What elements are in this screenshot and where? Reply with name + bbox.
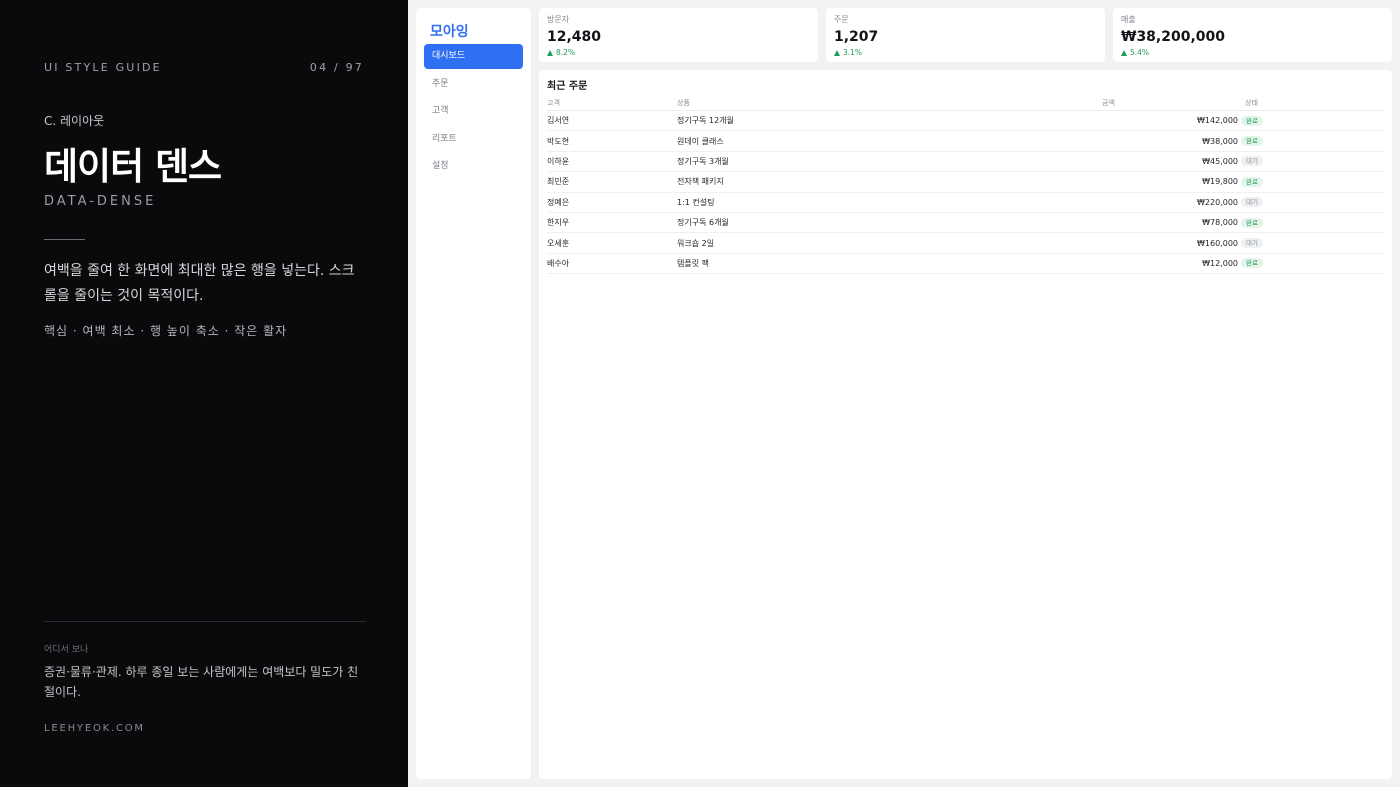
- divider: [44, 239, 85, 240]
- stat-label: 매출: [1121, 15, 1136, 24]
- cell-amount: ₩38,000: [1202, 136, 1238, 146]
- column-header[interactable]: 고객: [547, 98, 677, 108]
- up-arrow-icon: [1121, 49, 1127, 56]
- stat-card-visitors: 방문자 12,480 8.2%: [539, 8, 818, 62]
- status-badge: 완료: [1241, 115, 1263, 126]
- stat-value: 12,480: [547, 29, 602, 45]
- table-row[interactable]: 박도현 원데이 클래스 ₩38,000 완료: [547, 131, 1384, 152]
- cell-customer: 배수아: [547, 258, 570, 268]
- keywords: 핵심 · 여백 최소 · 행 높이 축소 · 작은 활자: [44, 324, 288, 338]
- stat-card-orders: 주문 1,207 3.1%: [826, 8, 1105, 62]
- site-url[interactable]: LEEHYEOK.COM: [44, 723, 145, 734]
- style-guide-panel: UI STYLE GUIDE 04 / 97 C. 레이아웃 데이터 덴스 DA…: [0, 0, 408, 787]
- cell-product: 정기구독 3개월: [677, 156, 729, 166]
- status-badge: 대기: [1241, 197, 1263, 208]
- orders-table: 고객 상품 금액 상태 김서연 정기구독 12개월 ₩142,000 완료 박도현 원데이…: [547, 95, 1384, 275]
- stat-change: 8.2%: [547, 48, 810, 57]
- cell-customer: 오세훈: [547, 238, 570, 248]
- cell-product: 1:1 컨설팅: [677, 197, 715, 207]
- table-row[interactable]: 이하윤 정기구독 3개월 ₩45,000 대기: [547, 152, 1384, 173]
- cell-amount: ₩19,800: [1202, 177, 1238, 187]
- cell-product: 전자책 패키지: [677, 177, 724, 187]
- cell-customer: 한지우: [547, 218, 570, 228]
- stat-label: 주문: [834, 15, 849, 24]
- stat-card-revenue: 매출 ₩38,200,000 5.4%: [1113, 8, 1392, 62]
- cell-customer: 박도현: [547, 136, 570, 146]
- cell-amount: ₩78,000: [1202, 218, 1238, 228]
- where-text: 증권·물류·관제. 하루 종일 보는 사람에게는 여백보다 밀도가 친절이다.: [44, 665, 359, 699]
- cell-customer: 최민준: [547, 177, 570, 187]
- page-subtitle: DATA-DENSE: [44, 194, 157, 209]
- cell-product: 원데이 클래스: [677, 136, 724, 146]
- recent-orders-card: 최근 주문 고객 상품 금액 상태 김서연 정기구독 12개월 ₩142,000 완료…: [539, 70, 1392, 779]
- status-badge: 대기: [1241, 156, 1263, 167]
- cell-customer: 김서연: [547, 116, 570, 126]
- column-header[interactable]: 상태: [1238, 98, 1384, 108]
- divider: [44, 621, 366, 622]
- guide-label: UI STYLE GUIDE: [44, 61, 162, 74]
- up-arrow-icon: [834, 49, 840, 56]
- guide-header: UI STYLE GUIDE 04 / 97: [44, 61, 364, 74]
- status-badge: 완료: [1241, 217, 1263, 228]
- table-row[interactable]: 한지우 정기구독 6개월 ₩78,000 완료: [547, 213, 1384, 234]
- stat-change: 3.1%: [834, 48, 1097, 57]
- cell-amount: ₩142,000: [1197, 116, 1238, 126]
- stat-label: 방문자: [547, 15, 570, 24]
- stat-change: 5.4%: [1121, 48, 1384, 57]
- status-badge: 완료: [1241, 136, 1263, 147]
- up-arrow-icon: [547, 49, 553, 56]
- table-row[interactable]: 배수아 템플릿 팩 ₩12,000 완료: [547, 254, 1384, 275]
- cell-customer: 이하윤: [547, 156, 570, 166]
- status-badge: 완료: [1241, 176, 1263, 187]
- status-badge: 완료: [1241, 258, 1263, 269]
- table-row[interactable]: 정예은 1:1 컨설팅 ₩220,000 대기: [547, 193, 1384, 213]
- table-row[interactable]: 김서연 정기구독 12개월 ₩142,000 완료: [547, 111, 1384, 132]
- where-label: 어디서 보나: [44, 645, 89, 655]
- table-row[interactable]: 오세훈 워크숍 2일 ₩160,000 대기: [547, 233, 1384, 254]
- page-title: 데이터 덴스: [44, 145, 222, 188]
- cell-amount: ₩220,000: [1197, 197, 1238, 207]
- cell-product: 정기구독 6개월: [677, 218, 729, 228]
- column-header[interactable]: 금액: [1102, 99, 1115, 107]
- table-title: 최근 주문: [547, 81, 588, 92]
- page-counter: 04 / 97: [309, 61, 364, 74]
- table-row[interactable]: 최민준 전자책 패키지 ₩19,800 완료: [547, 172, 1384, 193]
- cell-amount: ₩12,000: [1202, 258, 1238, 268]
- cell-customer: 정예은: [547, 197, 570, 207]
- cell-amount: ₩45,000: [1202, 156, 1238, 166]
- cell-product: 정기구독 12개월: [677, 116, 734, 126]
- app-sidebar: 모아잉 대시보드 주문 고객 리포트 설정: [416, 8, 531, 779]
- sidebar-item-settings[interactable]: 설정: [424, 154, 523, 179]
- brand-logo[interactable]: 모아잉: [430, 21, 469, 41]
- section-label: C. 레이아웃: [44, 114, 105, 128]
- table-header: 고객 상품 금액 상태: [547, 95, 1384, 111]
- sidebar-nav: 대시보드 주문 고객 리포트 설정: [424, 44, 523, 182]
- column-header[interactable]: 상품: [677, 98, 1002, 108]
- cell-product: 워크숍 2일: [677, 238, 715, 248]
- sidebar-item-orders[interactable]: 주문: [424, 72, 523, 97]
- stat-value: 1,207: [834, 29, 879, 45]
- stat-value: ₩38,200,000: [1121, 29, 1226, 45]
- cell-product: 템플릿 팩: [677, 258, 709, 268]
- cell-amount: ₩160,000: [1197, 238, 1238, 248]
- sidebar-item-dashboard[interactable]: 대시보드: [424, 44, 523, 69]
- sidebar-item-customers[interactable]: 고객: [424, 99, 523, 124]
- description: 여백을 줄여 한 화면에 최대한 많은 행을 넣는다. 스크롤을 줄이는 것이 …: [44, 263, 355, 304]
- sidebar-item-reports[interactable]: 리포트: [424, 127, 523, 152]
- status-badge: 대기: [1241, 238, 1263, 249]
